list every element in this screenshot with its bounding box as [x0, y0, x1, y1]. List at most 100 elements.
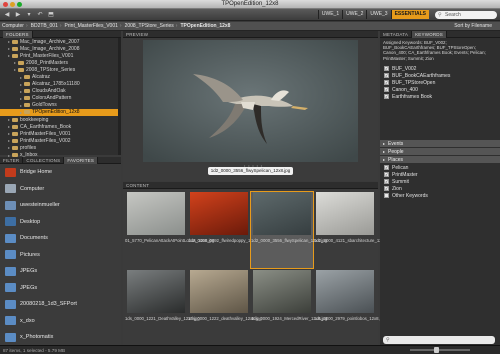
disclosure-triangle-icon[interactable]: ▸ — [383, 157, 385, 162]
favorite-item[interactable]: Bridge Home — [0, 164, 121, 181]
folder-item[interactable]: ▸ Alcatraz_1785x11180 — [0, 81, 121, 88]
thumbnail[interactable]: 1d2_0000_0692_flwiredpoppy_12x8.jpg — [188, 192, 264, 268]
sort-by-dropdown[interactable]: Sort by Filename — [454, 23, 492, 29]
folder-item[interactable]: ▸ GoldTowns — [0, 102, 121, 109]
keyword-item[interactable]: ✓ Canon_400 — [380, 86, 500, 93]
disclosure-triangle-icon[interactable]: ▸ — [8, 46, 11, 51]
thumbnail[interactable]: 1ds_0000_1222_deathvalley_12x8.jpg — [188, 270, 262, 346]
forward-button[interactable]: ▶ — [14, 11, 22, 19]
thumbnail[interactable]: 1d2_0000_4121_sbarchitecture_12x8.jpg — [314, 192, 393, 268]
disclosure-triangle-icon[interactable]: ▸ — [8, 124, 11, 129]
breadcrumb-current-folder[interactable]: TPOpenEdition_12x8 — [180, 23, 230, 29]
breadcrumb-master-files[interactable]: Print_MasterFiles_V001 — [65, 23, 118, 29]
disclosure-triangle-icon[interactable]: ▸ — [20, 82, 23, 87]
thumbnail[interactable]: 1d2_0000_3556_flwySpelican_12x8.jpg — [250, 191, 327, 269]
workspace-uwe3[interactable]: UWE_3 — [366, 10, 390, 19]
favorite-item[interactable]: Documents — [0, 230, 121, 247]
workspace-essentials[interactable]: ESSENTIALS — [390, 10, 429, 19]
favorite-item[interactable]: JPEGs — [0, 280, 121, 297]
folder-item[interactable]: ▸ profiles — [0, 144, 121, 151]
folder-item[interactable]: ▸ Mac_Image_Archive_2007 — [0, 38, 121, 45]
tab-metadata[interactable]: METADATA — [380, 30, 413, 38]
favorite-item[interactable]: uwesteinmueller — [0, 197, 121, 214]
breadcrumb-drive[interactable]: BD2TB_001 — [31, 23, 58, 29]
keyword-checkbox[interactable]: ✓ — [384, 165, 389, 170]
disclosure-triangle-icon[interactable]: ▸ — [14, 60, 17, 65]
disclosure-triangle-icon[interactable]: ▸ — [8, 145, 11, 150]
keyword-checkbox[interactable]: ✓ — [384, 66, 389, 71]
tab-collections[interactable]: COLLECTIONS — [23, 156, 65, 164]
tab-keywords[interactable]: KEYWORDS — [412, 30, 447, 38]
keyword-item[interactable]: ✓ BUF_V002 — [380, 65, 500, 72]
disclosure-triangle-icon[interactable]: ▸ — [383, 149, 385, 154]
folder-item[interactable]: ▸ 2008_PrintMasters — [0, 59, 121, 66]
disclosure-triangle-icon[interactable]: ▸ — [383, 141, 385, 146]
thumbnail[interactable]: 1ds_0000_1221_DeathValley_12x8.jpg — [125, 270, 200, 346]
tab-filter[interactable]: FILTER — [0, 156, 24, 164]
keyword-checkbox[interactable] — [384, 193, 389, 198]
keyword-item[interactable]: ✓ Summit — [380, 178, 500, 185]
folder-item[interactable]: ▸ PrintMasterFiles_V001 — [0, 130, 121, 137]
keyword-item[interactable]: ✓ Zion — [380, 185, 500, 192]
keyword-item[interactable]: ✓ BUF_TPStoreOpen — [380, 79, 500, 86]
folders-scrollbar[interactable] — [118, 38, 121, 155]
workspace-uwe1[interactable]: UWE_1 — [317, 10, 342, 19]
folder-item[interactable]: ▸ Mac_Image_Archive_2008 — [0, 45, 121, 52]
disclosure-triangle-icon[interactable]: ▸ — [20, 96, 23, 101]
keyword-item[interactable]: ✓ Earthframes Book — [380, 93, 500, 100]
disclosure-triangle-icon[interactable]: ▸ — [8, 131, 11, 136]
folder-item[interactable]: ▸ ColorsAndPattern — [0, 95, 121, 102]
favorite-item[interactable]: 20080218_1d3_SFPort — [0, 296, 121, 313]
keyword-search-field[interactable]: ⚲ — [383, 336, 495, 344]
favorite-item[interactable]: Desktop — [0, 214, 121, 231]
folder-item[interactable]: ▸ PrintMasterFiles_V002 — [0, 137, 121, 144]
keyword-item[interactable]: ✓ BUF_BookCAEarthframes — [380, 72, 500, 79]
favorite-item[interactable]: JPEGs — [0, 263, 121, 280]
keyword-checkbox[interactable]: ✓ — [384, 87, 389, 92]
thumbnail[interactable]: 1ds_0000_2979_pointlobos_12x8.jpg — [314, 270, 385, 346]
disclosure-triangle-icon[interactable]: ▸ — [20, 103, 23, 108]
tab-favorites[interactable]: FAVORITES — [64, 156, 99, 164]
keyword-item[interactable]: Other Keywords — [380, 192, 500, 199]
search-input[interactable]: ⚲ Search — [435, 10, 497, 19]
slider-handle[interactable] — [434, 347, 439, 353]
disclosure-triangle-icon[interactable]: ▸ — [8, 117, 11, 122]
favorite-item[interactable]: x_dxo — [0, 313, 121, 330]
disclosure-triangle-icon[interactable]: ▸ — [20, 110, 23, 115]
recent-folders-button[interactable]: ▾ — [25, 11, 33, 19]
keyword-checkbox[interactable]: ✓ — [384, 179, 389, 184]
keyword-group[interactable]: ▸ Places — [380, 156, 500, 163]
keyword-group[interactable]: ▸ People — [380, 148, 500, 155]
disclosure-triangle-icon[interactable]: ▸ — [8, 53, 11, 58]
rating-dots-icon[interactable]: • • • • • — [244, 164, 263, 168]
camera-raw-button[interactable]: ⬒ — [47, 11, 55, 19]
folder-item[interactable]: ▸ Alcatraz — [0, 73, 121, 80]
folder-item[interactable]: ▸ Print_MasterFiles_V001 — [0, 52, 121, 59]
keyword-checkbox[interactable]: ✓ — [384, 94, 389, 99]
favorite-item[interactable]: Computer — [0, 181, 121, 198]
back-button[interactable]: ◀ — [3, 11, 11, 19]
rotate-left-button[interactable]: ↶ — [36, 11, 44, 19]
keyword-checkbox[interactable]: ✓ — [384, 80, 389, 85]
thumbnail-size-slider[interactable] — [410, 347, 470, 353]
keyword-group[interactable]: ▸ Events — [380, 140, 500, 147]
folder-item[interactable]: ▸ CloudsAndOak — [0, 88, 121, 95]
breadcrumb-computer[interactable]: Computer — [2, 23, 24, 29]
disclosure-triangle-icon[interactable]: ▸ — [8, 138, 11, 143]
keyword-checkbox[interactable]: ✓ — [384, 172, 389, 177]
disclosure-triangle-icon[interactable]: ▸ — [20, 89, 23, 94]
breadcrumb-series[interactable]: 2008_TPStore_Series — [125, 23, 174, 29]
keyword-checkbox[interactable]: ✓ — [384, 73, 389, 78]
keyword-item[interactable]: ✓ Pelican — [380, 164, 500, 171]
workspace-uwe2[interactable]: UWE_2 — [342, 10, 366, 19]
folder-item[interactable]: ▸ 2008_TPStore_Series — [0, 66, 121, 73]
favorite-item[interactable]: Pictures — [0, 247, 121, 264]
folder-item[interactable]: ▸ TPOpenEdition_12x8 — [0, 108, 121, 117]
disclosure-triangle-icon[interactable]: ▸ — [8, 39, 11, 44]
keyword-checkbox[interactable]: ✓ — [384, 186, 389, 191]
tab-folders[interactable]: FOLDERS — [3, 30, 33, 38]
folder-item[interactable]: ▸ bookkeeping — [0, 116, 121, 123]
thumbnail[interactable]: 1ds_0000_1924_MercedRiver_12x8.jpg — [251, 270, 327, 346]
disclosure-triangle-icon[interactable]: ▸ — [20, 75, 23, 80]
disclosure-triangle-icon[interactable]: ▸ — [14, 67, 17, 72]
